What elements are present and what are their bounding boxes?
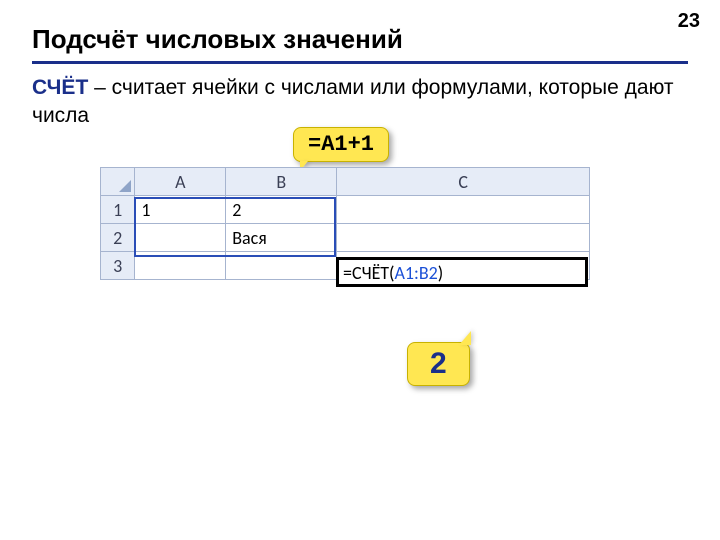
cell-a1[interactable]: 1 [135, 196, 226, 224]
result-callout: 2 [407, 342, 470, 386]
slide: 23 Подсчёт числовых значений СЧЁТ – счит… [0, 0, 720, 540]
cell-c1[interactable] [337, 196, 590, 224]
cell-c2[interactable] [337, 224, 590, 252]
select-all-corner[interactable] [101, 168, 135, 196]
row-header-1[interactable]: 1 [101, 196, 135, 224]
cell-b1[interactable]: 2 [226, 196, 337, 224]
title-underline [32, 61, 688, 64]
cell-c3[interactable] [337, 252, 590, 280]
col-header-a[interactable]: A [135, 168, 226, 196]
cell-b3[interactable] [226, 252, 337, 280]
cell-a3[interactable] [135, 252, 226, 280]
description: СЧЁТ – считает ячейки с числами или форм… [32, 74, 688, 131]
col-header-b[interactable]: B [226, 168, 337, 196]
row-header-3[interactable]: 3 [101, 252, 135, 280]
cell-a2[interactable] [135, 224, 226, 252]
formula-callout: =A1+1 [293, 127, 389, 162]
description-text: – считает ячейки с числами или формулами… [32, 76, 673, 127]
spreadsheet: A B C 1 1 2 2 Вася 3 [100, 167, 590, 280]
col-header-c[interactable]: C [337, 168, 590, 196]
slide-title: Подсчёт числовых значений [32, 24, 688, 55]
row-header-2[interactable]: 2 [101, 224, 135, 252]
cell-b2[interactable]: Вася [226, 224, 337, 252]
function-name: СЧЁТ [32, 76, 88, 99]
spreadsheet-grid: A B C 1 1 2 2 Вася 3 [100, 167, 590, 280]
page-number: 23 [678, 10, 700, 33]
